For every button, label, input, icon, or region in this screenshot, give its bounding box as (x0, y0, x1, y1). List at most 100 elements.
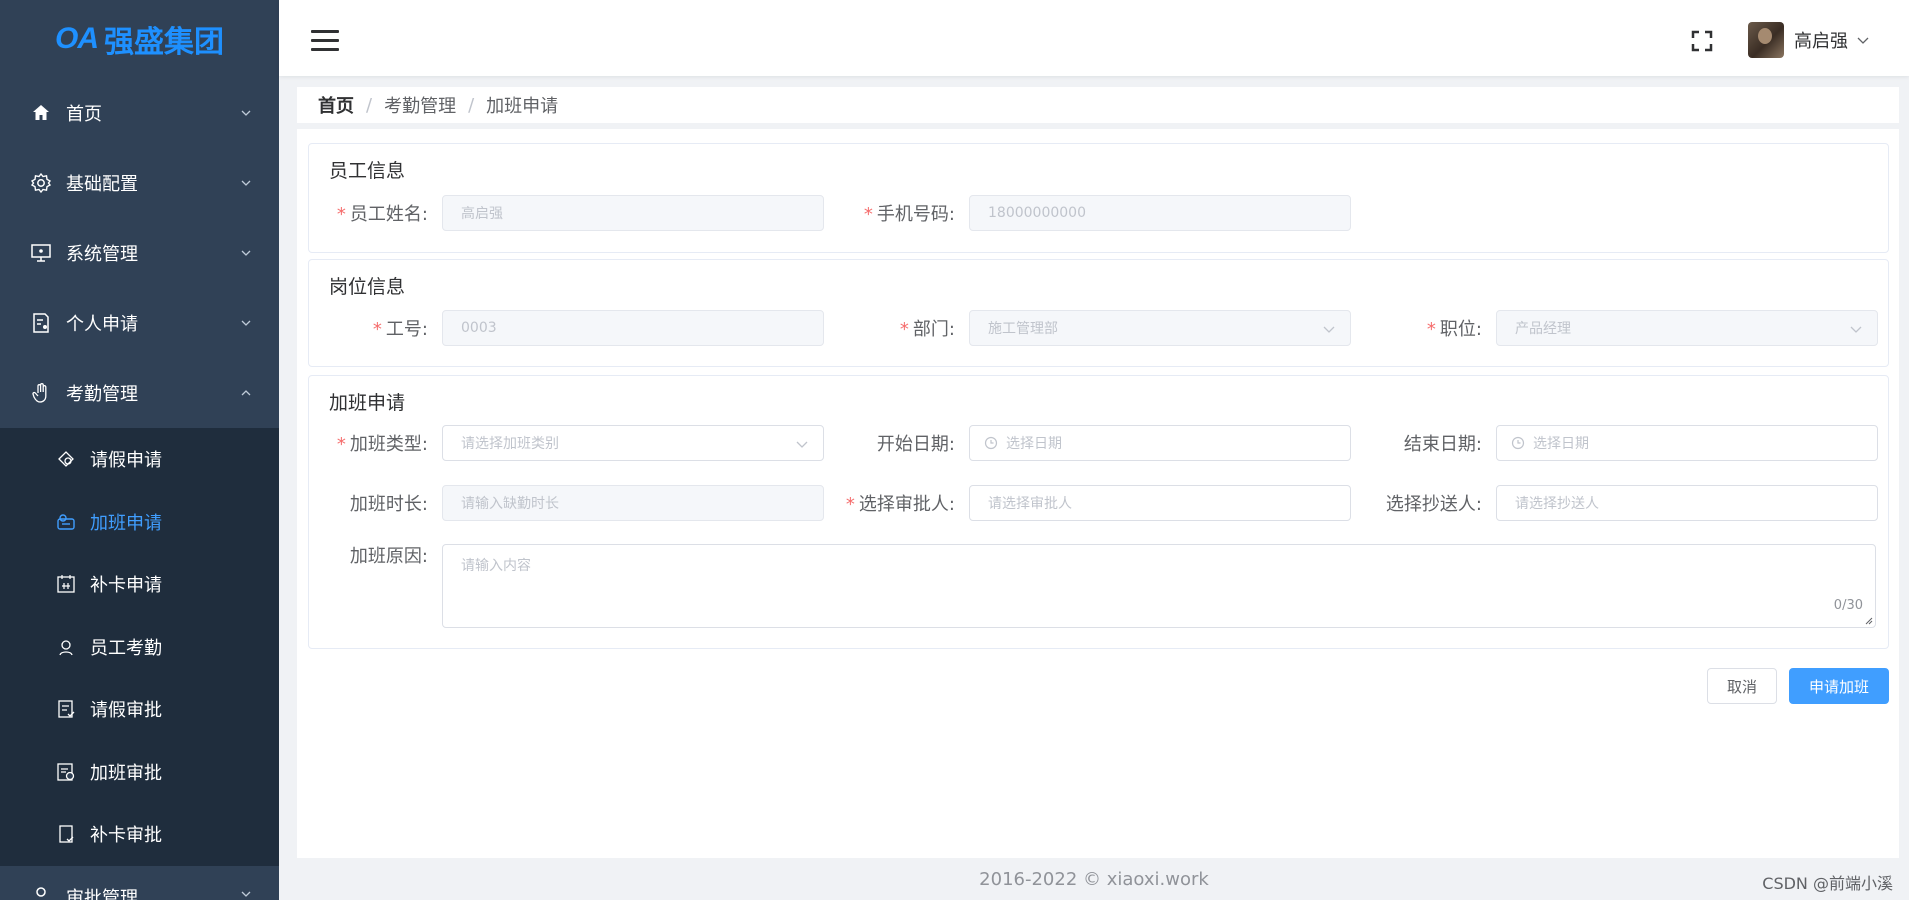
sidebar-item-label: 审批管理 (66, 887, 138, 900)
department-select[interactable]: 施工管理部 (969, 310, 1351, 346)
sidebar-subitem-card-approval[interactable]: 补卡审批 (0, 803, 279, 866)
resize-grip-icon[interactable] (1863, 615, 1873, 625)
field-label: * 工号: (372, 319, 428, 340)
overtime-approval-icon (56, 762, 76, 782)
logo: OA 强盛集团 (0, 0, 279, 78)
phone-field: * 手机号码: 18000000000 (864, 195, 1351, 231)
card-title: 岗位信息 (329, 276, 406, 298)
field-label: * 加班类型: (336, 434, 428, 455)
sidebar-item-attendance[interactable]: 考勤管理 (0, 358, 279, 428)
job-select[interactable]: 产品经理 (1496, 310, 1878, 346)
field-label: * 部门: (899, 319, 955, 340)
field-label: * 员工姓名: (336, 204, 428, 225)
field-label: * 手机号码: (863, 204, 955, 225)
field-label: 选择抄送人: (1385, 494, 1482, 515)
overtime-type-select[interactable]: 请选择加班类别 (442, 425, 824, 461)
date-placeholder: 选择日期 (1006, 436, 1062, 452)
logo-company-name: 强盛集团 (104, 25, 224, 60)
logo-oa-mark: OA (55, 22, 99, 55)
employee-info-card: 员工信息 * 员工姓名: 高启强 * 手机号码: 18000000000 (308, 143, 1889, 253)
card-title: 员工信息 (329, 160, 406, 182)
overtime-duration-field: 加班时长: 请输入缺勤时长 (350, 485, 824, 521)
card-approval-icon (56, 824, 76, 844)
sidebar-subitem-overtime-request[interactable]: 加班申请 (0, 490, 279, 553)
sidebar-subitem-overtime-approval[interactable]: 加班审批 (0, 740, 279, 803)
position-info-card: 岗位信息 * 工号: 0003 * 部门: 施工管理部 * 职位: 产品经理 (308, 259, 1889, 367)
card-title: 加班申请 (329, 392, 406, 414)
monitor-icon (30, 242, 52, 264)
submit-overtime-button[interactable]: 申请加班 (1789, 668, 1889, 704)
sidebar-item-personal-application[interactable]: 个人申请 (0, 288, 279, 358)
cc-input[interactable]: 请选择抄送人 (1496, 485, 1878, 521)
hand-icon (30, 382, 52, 404)
overtime-application-card: 加班申请 * 加班类型: 请选择加班类别 开始日期: 选择日期 结束日期: 选择日… (308, 375, 1889, 649)
overtime-duration-input[interactable]: 请输入缺勤时长 (442, 485, 824, 521)
field-label: * 职位: (1426, 319, 1482, 340)
user-dropdown[interactable]: 高启强 (1748, 22, 1870, 58)
hamburger-menu-icon[interactable] (311, 30, 339, 52)
person-icon (56, 637, 76, 657)
chevron-up-icon (241, 390, 251, 396)
sidebar-subitem-leave-request[interactable]: 请假申请 (0, 428, 279, 491)
chevron-down-icon (241, 320, 251, 326)
breadcrumb-separator: / (366, 94, 373, 116)
leave-request-icon (56, 449, 76, 469)
select-value: 产品经理 (1515, 321, 1571, 337)
sidebar-item-system[interactable]: 系统管理 (0, 218, 279, 288)
employee-name-input[interactable]: 高启强 (442, 195, 824, 231)
sidebar: OA 强盛集团 首页 基础配置 系统管理 个人申请 考勤管理 请假申请 加班申请… (0, 0, 279, 900)
sidebar-item-label: 基础配置 (66, 174, 138, 195)
select-value: 施工管理部 (988, 321, 1058, 337)
user-name: 高启强 (1794, 31, 1848, 52)
approval-icon (30, 884, 52, 900)
watermark: CSDN @前端小溪 (1762, 874, 1893, 893)
phone-input[interactable]: 18000000000 (969, 195, 1351, 231)
employee-id-input[interactable]: 0003 (442, 310, 824, 346)
end-date-picker[interactable]: 选择日期 (1496, 425, 1878, 461)
employee-name-field: * 员工姓名: 高启强 (337, 195, 824, 231)
overtime-request-icon (56, 512, 76, 532)
sidebar-subitem-employee-attendance[interactable]: 员工考勤 (0, 615, 279, 678)
sidebar-subitem-label: 员工考勤 (90, 637, 162, 659)
sidebar-subitem-label: 加班申请 (90, 512, 162, 534)
breadcrumb-separator: / (468, 94, 475, 116)
main-content: 首页 / 考勤管理 / 加班申请 员工信息 * 员工姓名: 高启强 * 手机号码: … (297, 87, 1899, 858)
overtime-type-field: * 加班类型: 请选择加班类别 (337, 425, 824, 461)
sidebar-item-label: 个人申请 (66, 314, 138, 335)
start-date-picker[interactable]: 选择日期 (969, 425, 1351, 461)
sidebar-subitem-label: 请假申请 (90, 450, 162, 472)
field-label: 加班时长: (349, 494, 428, 515)
sidebar-item-basic-config[interactable]: 基础配置 (0, 148, 279, 218)
gear-icon (30, 172, 52, 194)
clock-icon (1511, 436, 1525, 450)
sidebar-subitem-card-request[interactable]: 补卡申请 (0, 553, 279, 616)
job-field: * 职位: 产品经理 (1427, 310, 1878, 346)
chevron-down-icon (241, 110, 251, 116)
approver-field: * 选择审批人: 请选择审批人 (846, 485, 1351, 521)
chevron-down-icon (1857, 37, 1869, 44)
sidebar-item-approval[interactable]: 审批管理 (0, 866, 279, 900)
chevron-down-icon (241, 250, 251, 256)
top-navbar: 高启强 (279, 0, 1909, 76)
field-label: 加班原因: (349, 546, 428, 567)
sidebar-subitem-leave-approval[interactable]: 请假审批 (0, 678, 279, 741)
cancel-button[interactable]: 取消 (1707, 668, 1777, 704)
sidebar-item-home[interactable]: 首页 (0, 78, 279, 148)
home-icon (30, 102, 52, 124)
approver-input[interactable]: 请选择审批人 (969, 485, 1351, 521)
textarea-placeholder: 请输入内容 (461, 558, 531, 574)
sidebar-item-label: 首页 (66, 104, 102, 125)
breadcrumb-item: 考勤管理 (384, 96, 457, 117)
sidebar-item-label: 系统管理 (66, 244, 138, 265)
cc-field: 选择抄送人: 请选择抄送人 (1386, 485, 1878, 521)
sidebar-subitem-label: 加班审批 (90, 762, 162, 784)
overtime-reason-textarea[interactable]: 请输入内容 0/30 (442, 544, 1876, 628)
select-placeholder: 请选择加班类别 (461, 436, 559, 452)
end-date-field: 结束日期: 选择日期 (1404, 425, 1878, 461)
field-label: 开始日期: (876, 434, 955, 455)
department-field: * 部门: 施工管理部 (900, 310, 1351, 346)
breadcrumb: 首页 / 考勤管理 / 加班申请 (297, 87, 1899, 129)
breadcrumb-home[interactable]: 首页 (318, 92, 354, 118)
chevron-down-icon (241, 891, 251, 897)
fullscreen-icon[interactable] (1691, 30, 1713, 52)
